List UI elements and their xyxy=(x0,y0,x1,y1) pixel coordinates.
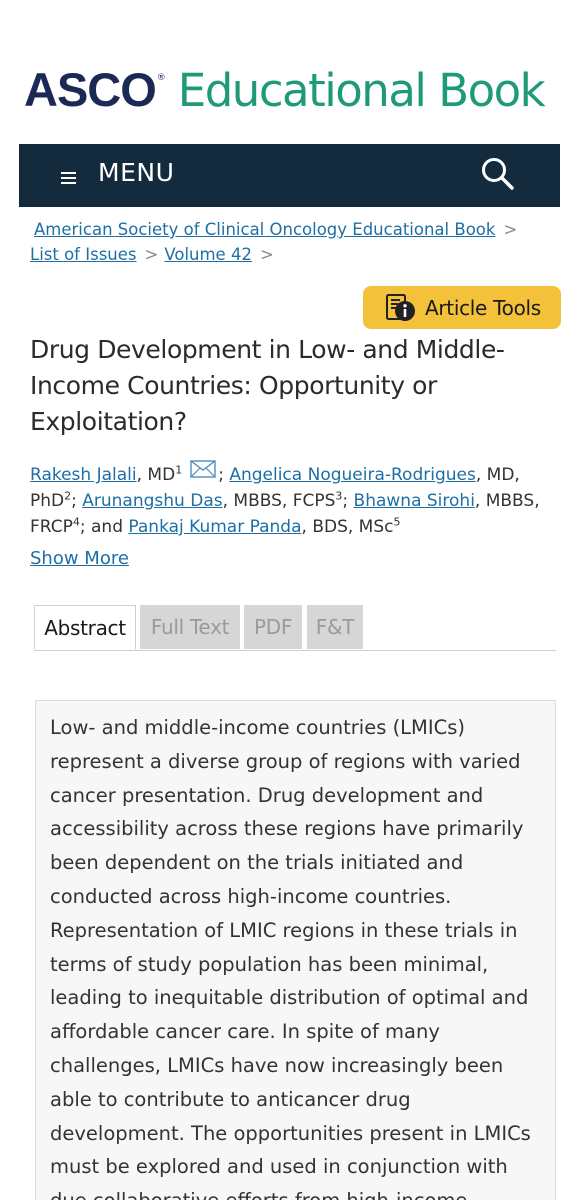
author-link[interactable]: Pankaj Kumar Panda xyxy=(128,517,301,537)
logo-product: Educational Book xyxy=(177,64,546,117)
tab-abstract[interactable]: Abstract xyxy=(34,605,136,650)
author-credentials: , MBBS, FCPS xyxy=(222,491,336,511)
author-connector: and xyxy=(91,517,129,537)
article-title: Drug Development in Low- and Middle-Inco… xyxy=(30,335,505,436)
author-link[interactable]: Angelica Nogueira-Rodrigues xyxy=(229,465,476,485)
author-affiliation-number: 5 xyxy=(393,515,401,529)
search-icon[interactable] xyxy=(480,156,516,192)
author-credentials: , BDS, MSc xyxy=(301,517,394,537)
author-affiliation-number: 1 xyxy=(175,463,183,477)
logo-brand: ASCO xyxy=(24,63,157,116)
breadcrumb-separator: > xyxy=(259,245,274,264)
tab-pdf[interactable]: PDF xyxy=(244,605,302,649)
breadcrumb-separator: > xyxy=(503,220,518,239)
breadcrumb-separator: > xyxy=(144,245,159,264)
author-separator: ; xyxy=(71,491,83,511)
article-tools-label: Article Tools xyxy=(425,295,541,320)
author-affiliation-number: 4 xyxy=(72,515,80,529)
navigation-bar: MENU xyxy=(19,144,560,207)
logo-registered-mark: ® xyxy=(156,73,166,83)
page: ASCO ® Educational Book MENU American So… xyxy=(0,0,570,1200)
tab-full-text[interactable]: Full Text xyxy=(140,605,240,649)
hamburger-icon[interactable] xyxy=(61,172,76,184)
breadcrumb-link-volume[interactable]: Volume 42 xyxy=(164,245,252,264)
author-link[interactable]: Arunangshu Das xyxy=(82,491,222,511)
author-list: Rakesh Jalali, MD1; Angelica Nogueira-Ro… xyxy=(30,460,555,540)
author-credentials: , MD xyxy=(136,465,176,485)
author-separator: ; xyxy=(79,517,92,537)
author-link[interactable]: Rakesh Jalali xyxy=(30,465,137,485)
article-tools-button[interactable]: Article Tools xyxy=(363,286,561,329)
asco-educational-book-logo[interactable]: ASCO ® Educational Book xyxy=(24,62,546,118)
author-separator: ; xyxy=(218,465,230,485)
article-info-icon xyxy=(386,293,415,321)
breadcrumb-link-list-of-issues[interactable]: List of Issues xyxy=(30,245,137,264)
breadcrumb-link-educational-book[interactable]: American Society of Clinical Oncology Ed… xyxy=(34,220,495,239)
article-tabs: Abstract Full Text PDF F&T xyxy=(34,605,556,651)
abstract-section: Low- and middle-income countries (LMICs)… xyxy=(35,700,556,1200)
show-more-link[interactable]: Show More xyxy=(30,548,129,569)
breadcrumb: American Society of Clinical Oncology Ed… xyxy=(30,217,550,267)
mail-icon[interactable] xyxy=(190,460,216,478)
abstract-text: Low- and middle-income countries (LMICs)… xyxy=(50,716,531,1200)
author-link[interactable]: Bhawna Sirohi xyxy=(354,491,475,511)
author-separator: ; xyxy=(342,491,354,511)
tab-figures-tables[interactable]: F&T xyxy=(307,605,363,649)
menu-button[interactable]: MENU xyxy=(98,158,174,187)
